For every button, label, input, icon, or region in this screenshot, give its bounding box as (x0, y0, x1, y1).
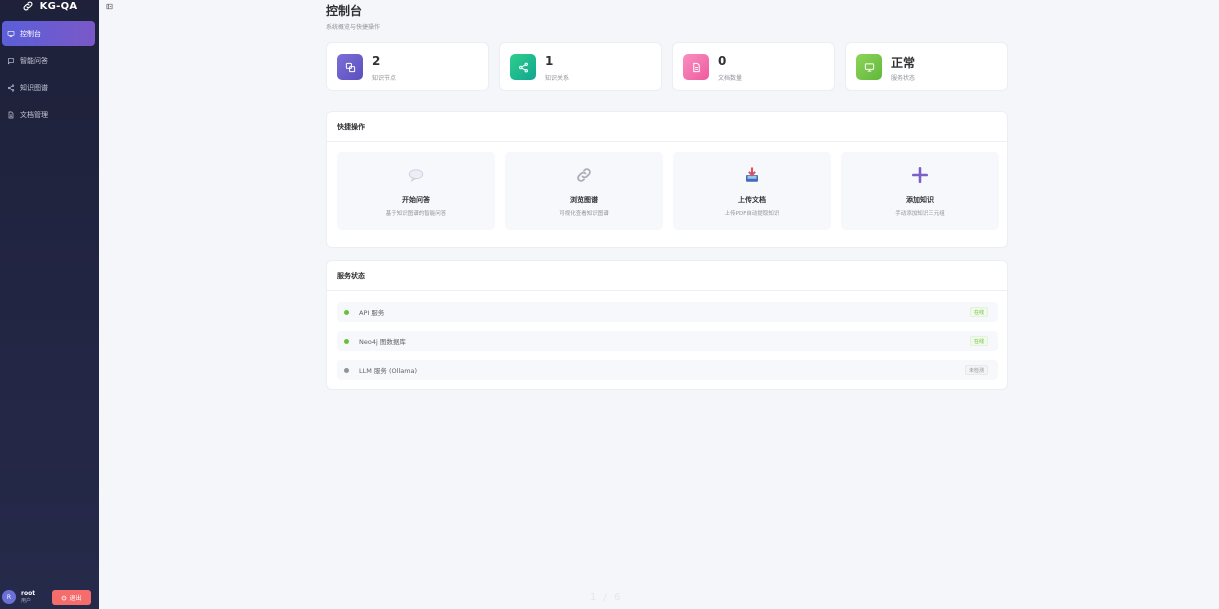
panel-title: 服务状态 (327, 261, 1007, 291)
power-icon (62, 594, 67, 600)
brand[interactable]: KG-QA (0, 0, 99, 12)
collapse-sidebar-button[interactable] (105, 2, 113, 10)
page-subtitle: 系统概览与快捷操作 (326, 24, 381, 31)
action-title: 添加知识 (906, 196, 934, 204)
action-start-qa[interactable]: 开始问答 基于知识图谱的智能问答 (337, 152, 495, 230)
service-name: Neo4j 图数据库 (359, 338, 406, 346)
user-info: root 用户 (21, 589, 36, 604)
action-browse-graph[interactable]: 浏览图谱 可视化查看知识图谱 (505, 152, 663, 230)
service-name: API 服务 (359, 309, 385, 317)
stat-card-documents: 0 文档数量 (672, 42, 835, 91)
action-title: 开始问答 (402, 196, 430, 204)
sidebar: KG-QA 控制台 智能问答 知识图谱 文档管理 R root 用户 退出 (0, 0, 99, 609)
stat-card-nodes: 2 知识节点 (326, 42, 489, 91)
sidebar-item-label: 智能问答 (20, 56, 48, 65)
action-title: 浏览图谱 (570, 196, 598, 204)
action-desc: 可视化查看知识图谱 (559, 211, 609, 217)
stat-label: 知识节点 (372, 75, 397, 82)
stat-icon-bg (510, 54, 536, 80)
stat-value: 1 (545, 54, 554, 68)
document-icon (692, 62, 700, 72)
sidebar-item-label: 控制台 (20, 29, 41, 38)
link-icon (577, 168, 591, 182)
status-badge: 在线 (969, 307, 988, 317)
stat-card-relations: 1 知识关系 (499, 42, 662, 91)
logout-label: 退出 (69, 595, 82, 602)
status-dot-icon (344, 367, 349, 373)
link-icon (23, 1, 33, 11)
sidebar-item-label: 知识图谱 (20, 83, 48, 92)
status-row-llm: LLM 服务 (Ollama) 未检测 (337, 360, 998, 380)
action-upload-document[interactable]: 上传文档 上传PDF自动提取知识 (673, 152, 831, 230)
stat-card-service: 正常 服务状态 (845, 42, 1008, 91)
share-icon (518, 62, 528, 72)
inbox-tray-icon (746, 167, 758, 182)
plus-icon (911, 166, 929, 184)
share-icon (7, 84, 15, 91)
logout-button[interactable]: 退出 (52, 590, 91, 605)
app-title: KG-QA (39, 0, 78, 12)
status-dot-icon (344, 338, 349, 344)
sidebar-item-documents[interactable]: 文档管理 (2, 102, 95, 127)
action-add-knowledge[interactable]: 添加知识 手动添加知识三元组 (841, 152, 999, 230)
stat-value: 2 (372, 54, 381, 68)
stat-icon-bg (856, 54, 882, 80)
service-name: LLM 服务 (Ollama) (359, 367, 418, 375)
monitor-icon (864, 62, 874, 72)
action-desc: 手动添加知识三元组 (895, 211, 945, 217)
sidebar-item-graph[interactable]: 知识图谱 (2, 75, 95, 100)
sidebar-item-label: 文档管理 (20, 110, 48, 119)
nodes-icon (345, 62, 355, 72)
chat-icon (8, 57, 14, 64)
speech-bubble-icon (408, 169, 424, 182)
stat-value: 0 (718, 54, 727, 68)
menu-fold-icon (106, 3, 112, 9)
sidebar-nav: 控制台 智能问答 知识图谱 文档管理 (0, 21, 99, 129)
document-icon (8, 111, 14, 118)
monitor-icon (7, 30, 15, 37)
status-badge: 未检测 (964, 365, 988, 375)
sidebar-item-dashboard[interactable]: 控制台 (2, 21, 95, 46)
sidebar-item-qa[interactable]: 智能问答 (2, 48, 95, 73)
quick-actions-panel: 快捷操作 开始问答 基于知识图谱的智能问答 浏览图谱 可视化查看知识图谱 上传文… (326, 111, 1008, 248)
page-indicator: 1 / 6 (590, 592, 623, 603)
user-role: 用户 (21, 597, 32, 604)
action-desc: 基于知识图谱的智能问答 (385, 211, 447, 217)
service-status-panel: 服务状态 API 服务 在线 Neo4j 图数据库 在线 LLM 服务 (Oll… (326, 260, 1008, 390)
action-desc: 上传PDF自动提取知识 (724, 211, 780, 217)
page-title: 控制台 (326, 4, 363, 18)
stat-label: 知识关系 (545, 75, 570, 82)
stat-value: 正常 (891, 56, 916, 70)
stat-label: 文档数量 (718, 75, 743, 82)
status-badge: 在线 (969, 336, 988, 346)
user-panel: R root 用户 退出 (0, 585, 99, 609)
panel-title: 快捷操作 (327, 112, 1007, 142)
stat-label: 服务状态 (891, 75, 916, 82)
stat-icon-bg (337, 54, 363, 80)
stat-icon-bg (683, 54, 709, 80)
avatar[interactable]: R (2, 590, 16, 604)
action-title: 上传文档 (738, 196, 766, 204)
status-row-api: API 服务 在线 (337, 302, 998, 322)
status-dot-icon (344, 309, 349, 315)
status-row-neo4j: Neo4j 图数据库 在线 (337, 331, 998, 351)
user-name: root (21, 589, 36, 597)
